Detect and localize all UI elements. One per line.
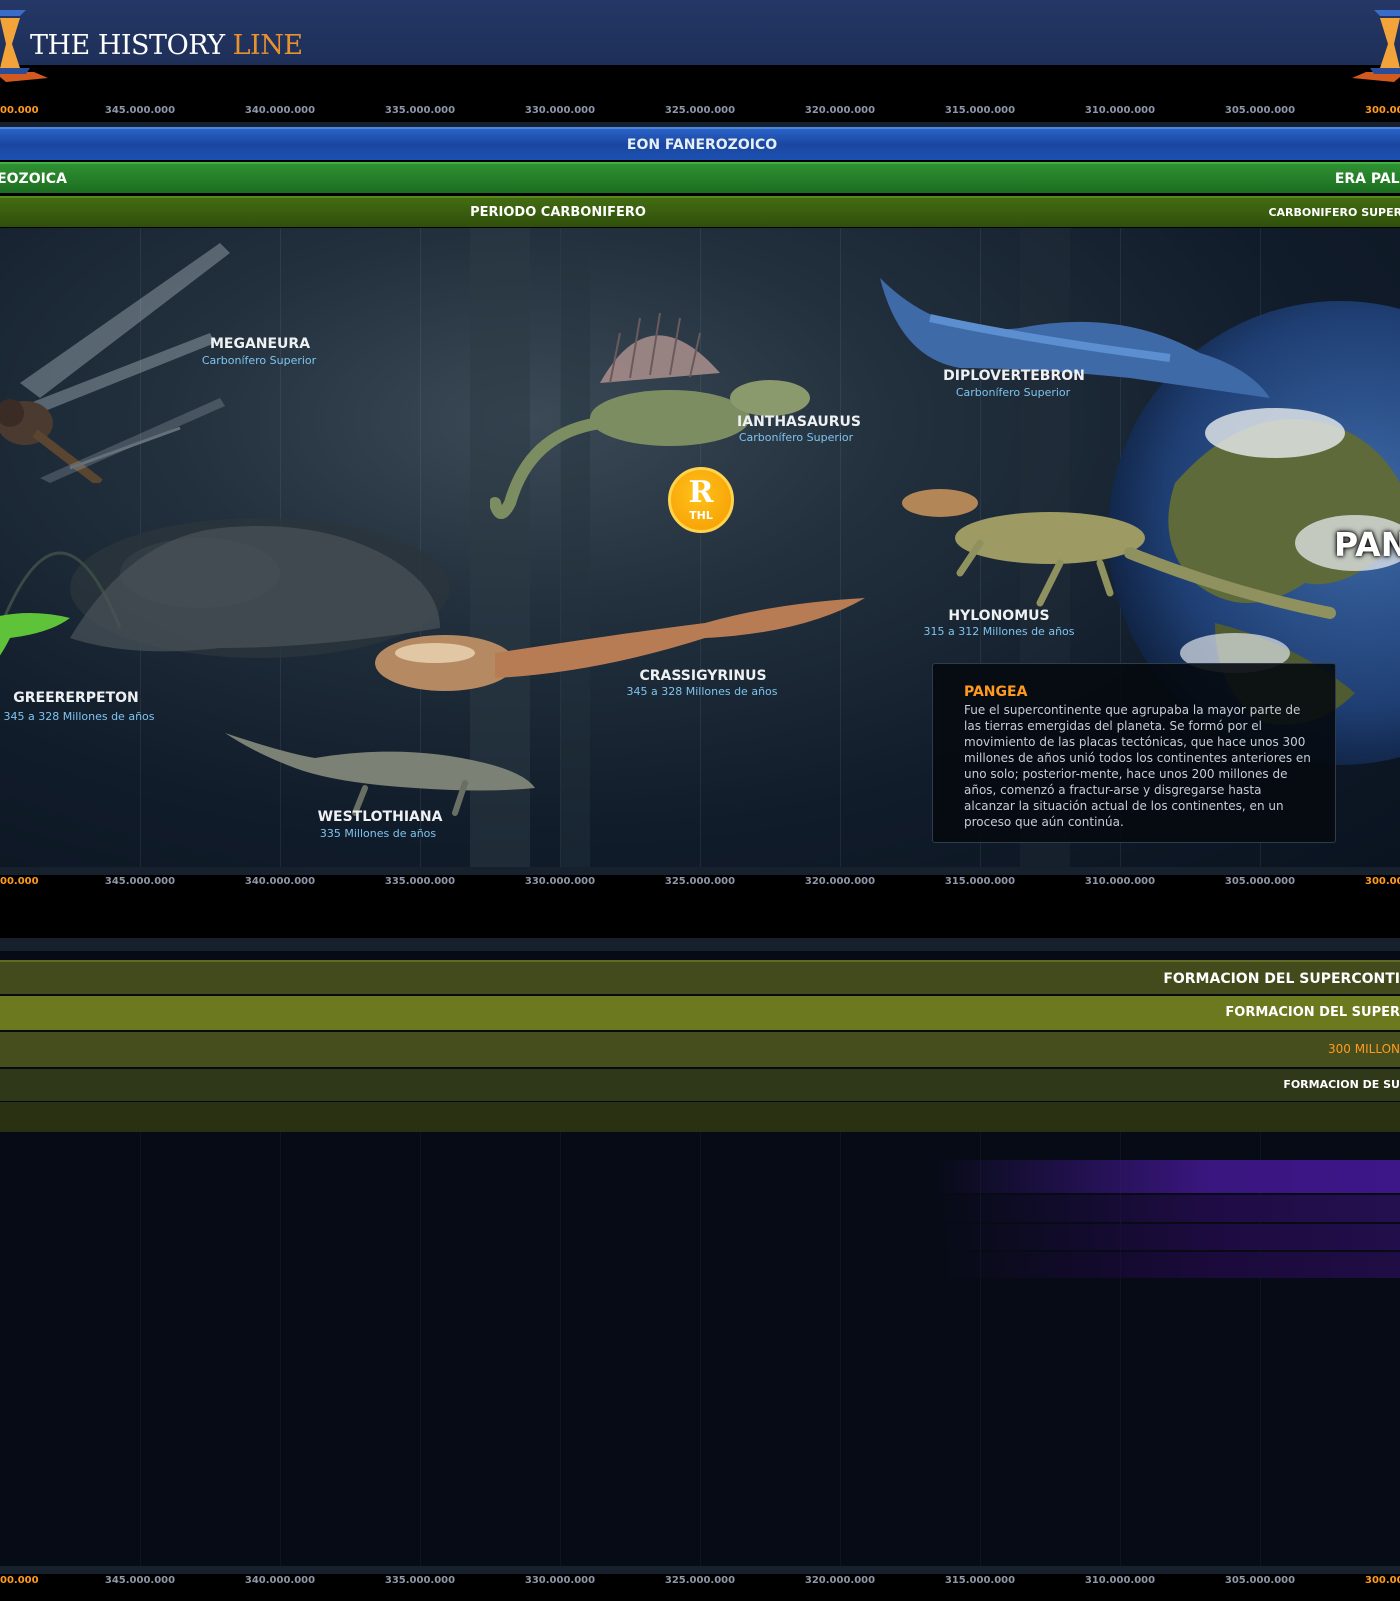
creature-name-meganeura[interactable]: MEGANEURA — [210, 336, 310, 352]
period-band[interactable]: PERIODO CARBONIFERO CARBONIFERO SUPERIO — [0, 196, 1400, 227]
creature-sub-meganeura: Carbonífero Superior — [201, 354, 317, 367]
logo-text-accent: LINE — [232, 30, 303, 61]
ruler-tick: 345.000.000 — [104, 1575, 176, 1586]
ruler-tick: 305.000.000 — [1224, 1575, 1296, 1586]
ruler-tick: 345.000.000 — [104, 105, 176, 116]
creature-sub-crassigyrinus: 345 a 328 Millones de años — [626, 685, 778, 698]
ruler-tick: 340.000.000 — [244, 876, 316, 887]
ruler-tick: 325.000.000 — [664, 105, 736, 116]
ruler-tick: 325.000.000 — [664, 876, 736, 887]
supercontinent-band-4-label: FORMACION DE SU — [1283, 1078, 1400, 1091]
ruler-tick: 340.000.000 — [244, 105, 316, 116]
creature-name-ianthasaurus[interactable]: IANTHASAURUS — [737, 414, 861, 430]
ruler-tick: 330.000.000 — [524, 876, 596, 887]
period-label: PERIODO CARBONIFERO — [470, 205, 646, 220]
purple-event-bar-4[interactable] — [930, 1252, 1400, 1278]
badge-caption: THL — [689, 509, 713, 522]
ruler-tick: 305.000.000 — [1224, 105, 1296, 116]
creature-name-diplovertebron[interactable]: DIPLOVERTEBRON — [943, 368, 1085, 384]
era-label-left: EOZOICA — [0, 171, 67, 187]
thl-badge-button[interactable]: R THL — [668, 467, 734, 533]
eon-band[interactable]: EON FANEROZOICO — [0, 127, 1400, 160]
supercontinent-band-5[interactable] — [0, 1102, 1400, 1132]
ruler-divider — [0, 1566, 1400, 1574]
ruler-tick-left-edge: 00.000 — [0, 876, 39, 887]
era-band[interactable]: EOZOICA ERA PALE — [0, 162, 1400, 193]
ruler-tick-right-edge: 300.00 — [1365, 105, 1400, 116]
supercontinent-band-1[interactable]: FORMACION DEL SUPERCONTI — [0, 960, 1400, 994]
ruler-tick: 320.000.000 — [804, 876, 876, 887]
pangea-map-label[interactable]: PAN — [1334, 525, 1400, 564]
purple-event-bar-3[interactable] — [930, 1224, 1400, 1250]
timeline-ruler-middle: 00.000 345.000.000 340.000.000 335.000.0… — [0, 876, 1400, 892]
crassigyrinus-illustration[interactable] — [375, 593, 875, 723]
timeline-ruler-top: 00.000 345.000.000 340.000.000 335.000.0… — [0, 105, 1400, 121]
era-label-right: ERA PALE — [1334, 171, 1400, 187]
creature-name-westlothiana[interactable]: WESTLOTHIANA — [318, 809, 443, 825]
small-dragonfly-illustration — [40, 398, 225, 483]
ruler-tick: 310.000.000 — [1084, 1575, 1156, 1586]
site-logo-text[interactable]: THE HISTORY LINE — [30, 30, 303, 61]
creature-sub-greererpeton: 345 a 328 Millones de años — [3, 710, 155, 723]
timeline-ruler-bottom: 00.000 345.000.000 340.000.000 335.000.0… — [0, 1575, 1400, 1591]
supercontinent-band-3[interactable]: 300 MILLON — [0, 1032, 1400, 1067]
ruler-tick-right-edge: 300.00 — [1365, 876, 1400, 887]
ruler-tick: 320.000.000 — [804, 105, 876, 116]
purple-event-bar-2[interactable] — [930, 1195, 1400, 1222]
ruler-tick: 310.000.000 — [1084, 105, 1156, 116]
ruler-tick: 340.000.000 — [244, 1575, 316, 1586]
period-label-right: CARBONIFERO SUPERIO — [1268, 206, 1400, 219]
ruler-tick: 310.000.000 — [1084, 876, 1156, 887]
hourglass-logo-right-icon — [1352, 10, 1400, 82]
supercontinent-band-2-label: FORMACION DEL SUPER — [1225, 1005, 1400, 1020]
ruler-tick-right-edge: 300.00 — [1365, 1575, 1400, 1586]
supercontinent-band-2[interactable]: FORMACION DEL SUPER — [0, 996, 1400, 1030]
pangea-info-title: PANGEA — [964, 684, 1028, 700]
creature-sub-hylonomus: 315 a 312 Millones de años — [923, 625, 1075, 638]
badge-letter: R — [688, 475, 714, 510]
creature-name-greererpeton[interactable]: GREERERPETON — [13, 690, 139, 706]
background-amphibian-illustration — [70, 526, 440, 652]
ruler-tick: 335.000.000 — [384, 1575, 456, 1586]
eon-label: EON FANEROZOICO — [626, 137, 778, 153]
ruler-tick: 330.000.000 — [524, 105, 596, 116]
ruler-tick: 335.000.000 — [384, 876, 456, 887]
creature-name-crassigyrinus[interactable]: CRASSIGYRINUS — [639, 668, 766, 684]
ruler-tick: 315.000.000 — [944, 876, 1016, 887]
ruler-divider — [0, 938, 1400, 952]
greererpeton-illustration[interactable] — [0, 608, 80, 688]
ruler-tick: 330.000.000 — [524, 1575, 596, 1586]
creature-sub-diplovertebron: Carbonífero Superior — [955, 386, 1071, 399]
ruler-tick-left-edge: 00.000 — [0, 1575, 39, 1586]
ruler-tick-left-edge: 00.000 — [0, 105, 39, 116]
ruler-tick: 315.000.000 — [944, 105, 1016, 116]
creature-sub-westlothiana: 335 Millones de años — [319, 827, 437, 840]
creature-sub-ianthasaurus: Carbonífero Superior — [738, 431, 854, 444]
ruler-tick: 325.000.000 — [664, 1575, 736, 1586]
ruler-tick: 320.000.000 — [804, 1575, 876, 1586]
ruler-tick: 345.000.000 — [104, 876, 176, 887]
ruler-tick: 305.000.000 — [1224, 876, 1296, 887]
supercontinent-band-4[interactable]: FORMACION DE SU — [0, 1069, 1400, 1101]
ruler-divider — [0, 867, 1400, 875]
ruler-tick: 335.000.000 — [384, 105, 456, 116]
supercontinent-band-3-label: 300 MILLON — [1328, 1042, 1400, 1056]
creature-name-hylonomus[interactable]: HYLONOMUS — [948, 608, 1049, 624]
purple-event-bar-1[interactable] — [930, 1160, 1400, 1193]
supercontinent-band-1-label: FORMACION DEL SUPERCONTI — [1163, 971, 1400, 987]
site-header: THE HISTORY LINE — [0, 0, 1400, 82]
pangea-info-text: Fue el supercontinente que agrupaba la m… — [964, 703, 1311, 829]
pangea-info-box: PANGEA Fue el supercontinente que agrupa… — [932, 663, 1336, 843]
ruler-tick: 315.000.000 — [944, 1575, 1016, 1586]
logo-text-main: THE HISTORY — [30, 30, 233, 61]
